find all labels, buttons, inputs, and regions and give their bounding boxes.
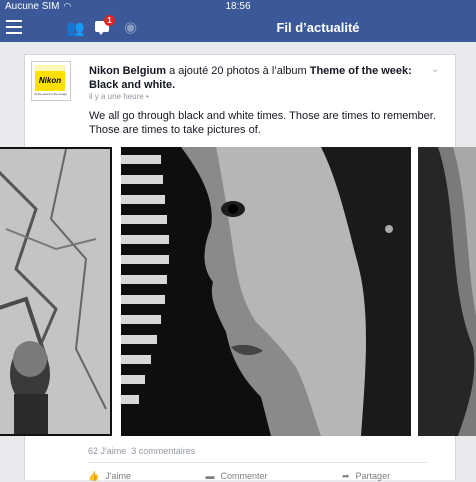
comment-icon: ▬ (205, 471, 215, 481)
comments-count[interactable]: 3 commentaires (131, 446, 195, 456)
like-button[interactable]: 👍 J'aime (88, 471, 167, 482)
author-link[interactable]: Nikon Belgium (89, 65, 166, 77)
post-headline: Nikon Belgium a ajouté 20 photos à l’alb… (89, 64, 429, 92)
share-button[interactable]: ➦ Partager (342, 471, 426, 482)
logo-brand: Nikon (38, 76, 62, 85)
post-stats: 62 J'aime 3 commentaires (88, 446, 195, 456)
share-icon: ➦ (342, 471, 350, 481)
page-title: Fil d’actualité (276, 20, 360, 35)
nav-bar: 👥 1 ◉ Fil d’actualité (0, 14, 476, 42)
globe-small-icon: • (145, 92, 149, 101)
status-time: 18:56 (225, 1, 251, 12)
chevron-down-icon[interactable]: ⌄ (431, 64, 439, 75)
post-actions: 👍 J'aime ▬ Commenter ➦ Partager (88, 471, 462, 482)
post-time: il y a une heure • (89, 92, 149, 101)
photo-boot[interactable] (0, 147, 112, 436)
likes-count[interactable]: 62 J'aime (88, 446, 126, 456)
post-message: We all go through black and white times.… (89, 110, 436, 136)
photo-woman-portrait[interactable] (121, 147, 411, 436)
photo-third[interactable] (418, 147, 476, 436)
divider (88, 462, 428, 463)
post-action-text: a ajouté 20 photos à l’album (166, 65, 310, 77)
logo-tagline: At the heart of the image (34, 92, 67, 96)
status-bar: Aucune SIM ◠ 18:56 (0, 0, 476, 14)
comment-button[interactable]: ▬ Commenter (205, 471, 303, 481)
like-icon: 👍 (88, 471, 100, 481)
page-avatar[interactable]: Nikon At the heart of the image (31, 61, 71, 101)
